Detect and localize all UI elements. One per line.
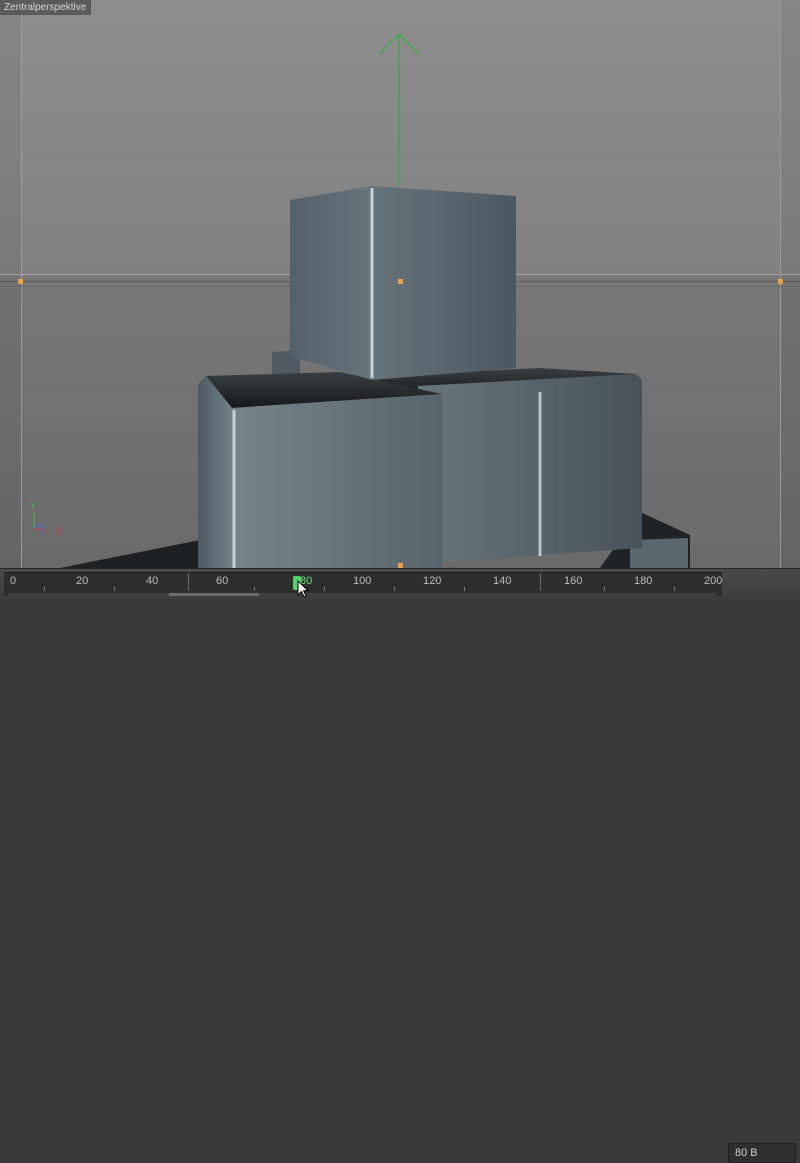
tick-label-160: 160 bbox=[564, 575, 583, 587]
tick-label-120: 120 bbox=[423, 575, 442, 587]
minor-tick bbox=[44, 587, 45, 591]
timeline-bar: 0 20 40 60 100 120 140 160 180 200 80 80… bbox=[0, 568, 800, 1163]
tick-label-100: 100 bbox=[353, 575, 372, 587]
minor-tick bbox=[324, 587, 325, 591]
tick-label-0: 0 bbox=[10, 575, 17, 587]
minor-tick bbox=[464, 587, 465, 591]
tick-label-40: 40 bbox=[146, 575, 159, 587]
timeline-ruler[interactable]: 0 20 40 60 100 120 140 160 180 200 80 bbox=[4, 572, 722, 596]
scene-canvas[interactable] bbox=[0, 0, 800, 568]
right-cube-front[interactable] bbox=[418, 374, 642, 562]
tick-label-60: 60 bbox=[216, 575, 229, 587]
minor-tick bbox=[394, 587, 395, 591]
minor-tick bbox=[604, 587, 605, 591]
axis-x-label: X bbox=[56, 526, 63, 536]
axis-y-label: Y bbox=[30, 501, 37, 511]
axis-z-label: Z bbox=[40, 524, 46, 534]
mouse-cursor-icon bbox=[297, 580, 309, 598]
major-tick bbox=[540, 573, 541, 591]
minor-tick bbox=[254, 587, 255, 591]
minor-tick bbox=[674, 587, 675, 591]
3d-viewport[interactable]: Zentralperspektive Y X Z bbox=[0, 0, 800, 568]
viewport-title[interactable]: Zentralperspektive bbox=[0, 0, 92, 15]
timeline-scroll-range[interactable] bbox=[169, 593, 259, 596]
major-tick bbox=[188, 573, 189, 591]
tick-label-140: 140 bbox=[493, 575, 512, 587]
minor-tick bbox=[114, 587, 115, 591]
tick-label-200: 200 bbox=[704, 575, 723, 587]
world-axis-widget: Y X Z bbox=[26, 500, 70, 540]
move-y-arrow-icon[interactable] bbox=[378, 32, 420, 186]
current-frame-field[interactable]: 80 B bbox=[728, 1143, 796, 1163]
timeline-scroll-track[interactable] bbox=[8, 593, 716, 596]
tick-label-20: 20 bbox=[76, 575, 89, 587]
tick-label-180: 180 bbox=[634, 575, 653, 587]
base-cube-top[interactable] bbox=[60, 540, 200, 568]
object-pivot-handle[interactable] bbox=[398, 279, 403, 284]
